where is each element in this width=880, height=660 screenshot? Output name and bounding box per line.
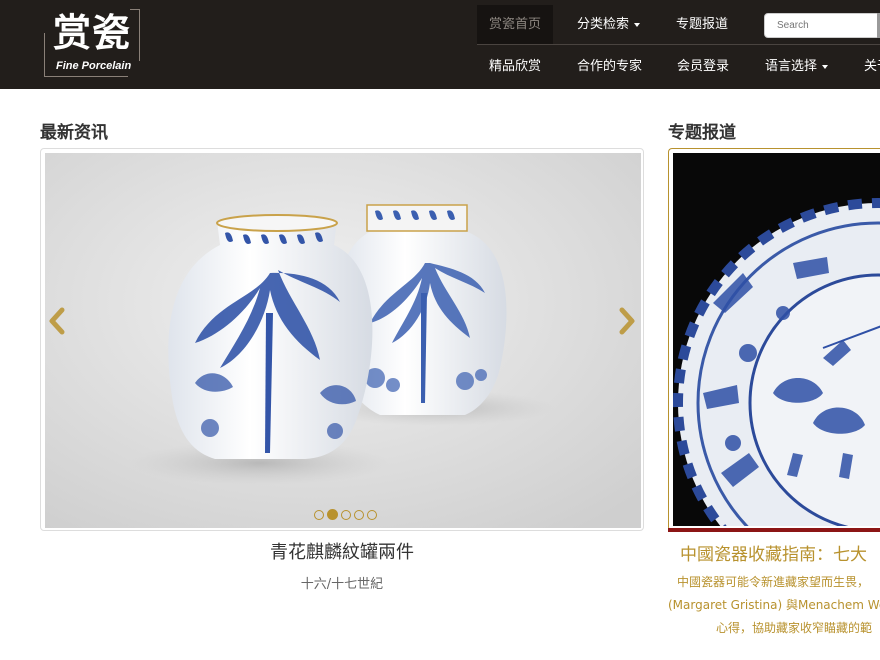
- nav-item-category-search[interactable]: 分类检索: [577, 5, 641, 45]
- feature-text-line: 心得，協助藏家收窄瞄藏的範: [716, 621, 873, 635]
- slide-subtitle: 十六/十七世紀: [300, 577, 384, 592]
- feature-title[interactable]: 中國瓷器收藏指南：七大: [680, 540, 867, 565]
- nav-item-experts[interactable]: 合作的专家: [577, 45, 642, 89]
- nav-item-label: 分类检索: [577, 17, 630, 32]
- caret-down-icon: [822, 64, 829, 69]
- nav-item-label: 会员登录: [677, 59, 730, 74]
- nav-item-label: 语言选择: [765, 59, 818, 74]
- secondary-nav: 精品欣赏 合作的专家 会员登录 语言选择 关于: [477, 45, 880, 89]
- carousel-next-button[interactable]: [617, 307, 637, 335]
- logo-chinese-text: 赏瓷: [53, 10, 132, 55]
- slide-title[interactable]: 青花麒麟紋罐兩件: [40, 538, 644, 564]
- feature-card: [668, 148, 880, 531]
- nav-item-label: 关于: [864, 59, 880, 74]
- carousel-dot-active[interactable]: [327, 509, 338, 520]
- feature-image[interactable]: [673, 153, 880, 526]
- nav-item-features[interactable]: 专题报道: [676, 5, 728, 45]
- nav-item-language[interactable]: 语言选择: [765, 45, 829, 89]
- nav-item-label: 专题报道: [676, 17, 729, 32]
- site-logo[interactable]: 赏瓷 Fine Porcelain: [44, 9, 140, 77]
- nav-item-label: 合作的专家: [577, 59, 643, 74]
- logo-english-text: Fine Porcelain: [56, 60, 132, 72]
- nav-item-login[interactable]: 会员登录: [677, 45, 729, 89]
- carousel-dot[interactable]: [367, 510, 377, 520]
- feature-accent-bar: [668, 528, 880, 532]
- search-input[interactable]: [764, 13, 880, 38]
- caret-down-icon: [634, 22, 641, 27]
- carousel-dot[interactable]: [314, 510, 324, 520]
- news-carousel: [40, 148, 644, 531]
- plate-photo: [673, 153, 880, 526]
- feature-heading: 专题报道: [668, 123, 736, 143]
- nav-item-label: 精品欣赏: [489, 59, 542, 74]
- nav-item-home[interactable]: 赏瓷首页: [477, 5, 553, 45]
- carousel-dot[interactable]: [354, 510, 364, 520]
- logo-frame: [139, 9, 140, 61]
- carousel-slide-image[interactable]: [45, 153, 641, 528]
- feature-text-line: 中國瓷器可能令新進藏家望而生畏，: [677, 575, 870, 589]
- nav-item-label: 赏瓷首页: [488, 17, 541, 32]
- carousel-indicators: [314, 509, 377, 522]
- latest-news-heading: 最新资讯: [40, 123, 108, 143]
- site-header: 赏瓷 Fine Porcelain 赏瓷首页 分类检索 专题报道 精品欣赏 合作…: [0, 0, 880, 89]
- nav-item-about[interactable]: 关于: [864, 45, 880, 89]
- carousel-dot[interactable]: [341, 510, 351, 520]
- nav-item-collection[interactable]: 精品欣赏: [489, 45, 541, 89]
- carousel-prev-button[interactable]: [47, 307, 67, 335]
- logo-frame: [44, 76, 128, 77]
- chevron-right-icon: [619, 307, 635, 335]
- vases-photo: [45, 153, 641, 528]
- feature-text-line: (Margaret Gristina) 與Menachem We: [668, 598, 880, 612]
- chevron-left-icon: [49, 307, 65, 335]
- logo-frame: [44, 33, 45, 77]
